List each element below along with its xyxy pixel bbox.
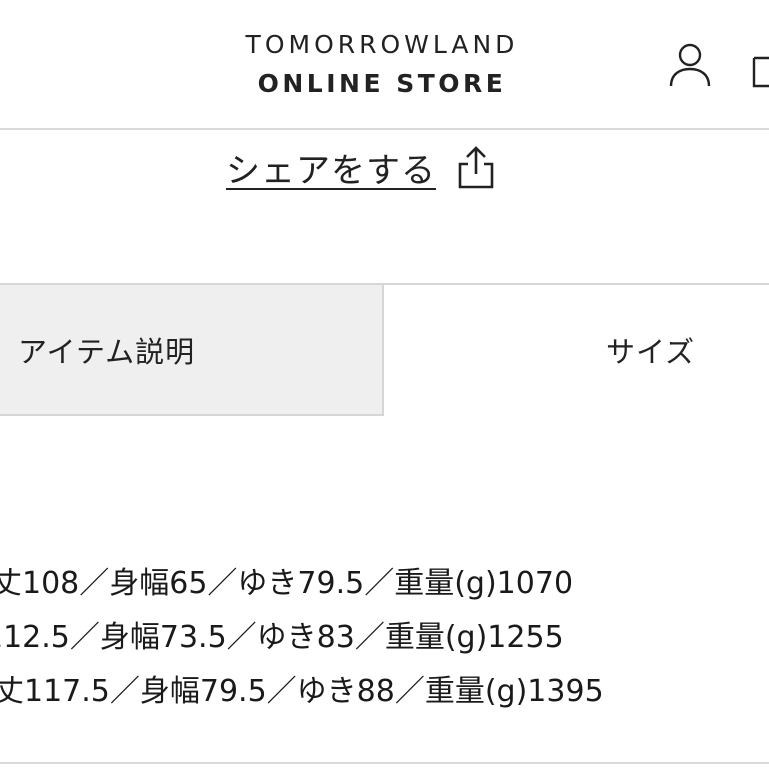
logo-line-store: ONLINE STORE: [257, 69, 507, 98]
site-header: TOMORROWLAND ONLINE STORE: [0, 0, 769, 130]
account-icon[interactable]: [668, 42, 712, 88]
logo-line-brand: TOMORROWLAND: [245, 30, 519, 59]
store-logo[interactable]: TOMORROWLAND ONLINE STORE: [232, 28, 532, 104]
size-row: 丈108／身幅65／ゆき79.5／重量(g)1070: [0, 566, 574, 601]
page: TOMORROWLAND ONLINE STORE シェアをする アイテム説明 …: [0, 0, 769, 769]
shopping-bag-icon[interactable]: [750, 46, 769, 88]
product-tabs: アイテム説明 サイズ: [0, 283, 769, 416]
tab-item-description-label: アイテム説明: [18, 334, 196, 369]
tab-item-description[interactable]: アイテム説明: [0, 283, 384, 416]
tab-size[interactable]: サイズ: [384, 283, 769, 416]
share-link[interactable]: シェアをする: [226, 142, 496, 192]
share-upload-icon: [458, 146, 494, 189]
bottom-divider: [0, 762, 769, 764]
tab-size-label: サイズ: [606, 334, 696, 369]
share-label: シェアをする: [226, 150, 436, 191]
size-row: 112.5／身幅73.5／ゆき83／重量(g)1255: [0, 620, 564, 655]
size-row: 丈117.5／身幅79.5／ゆき88／重量(g)1395: [0, 674, 604, 709]
